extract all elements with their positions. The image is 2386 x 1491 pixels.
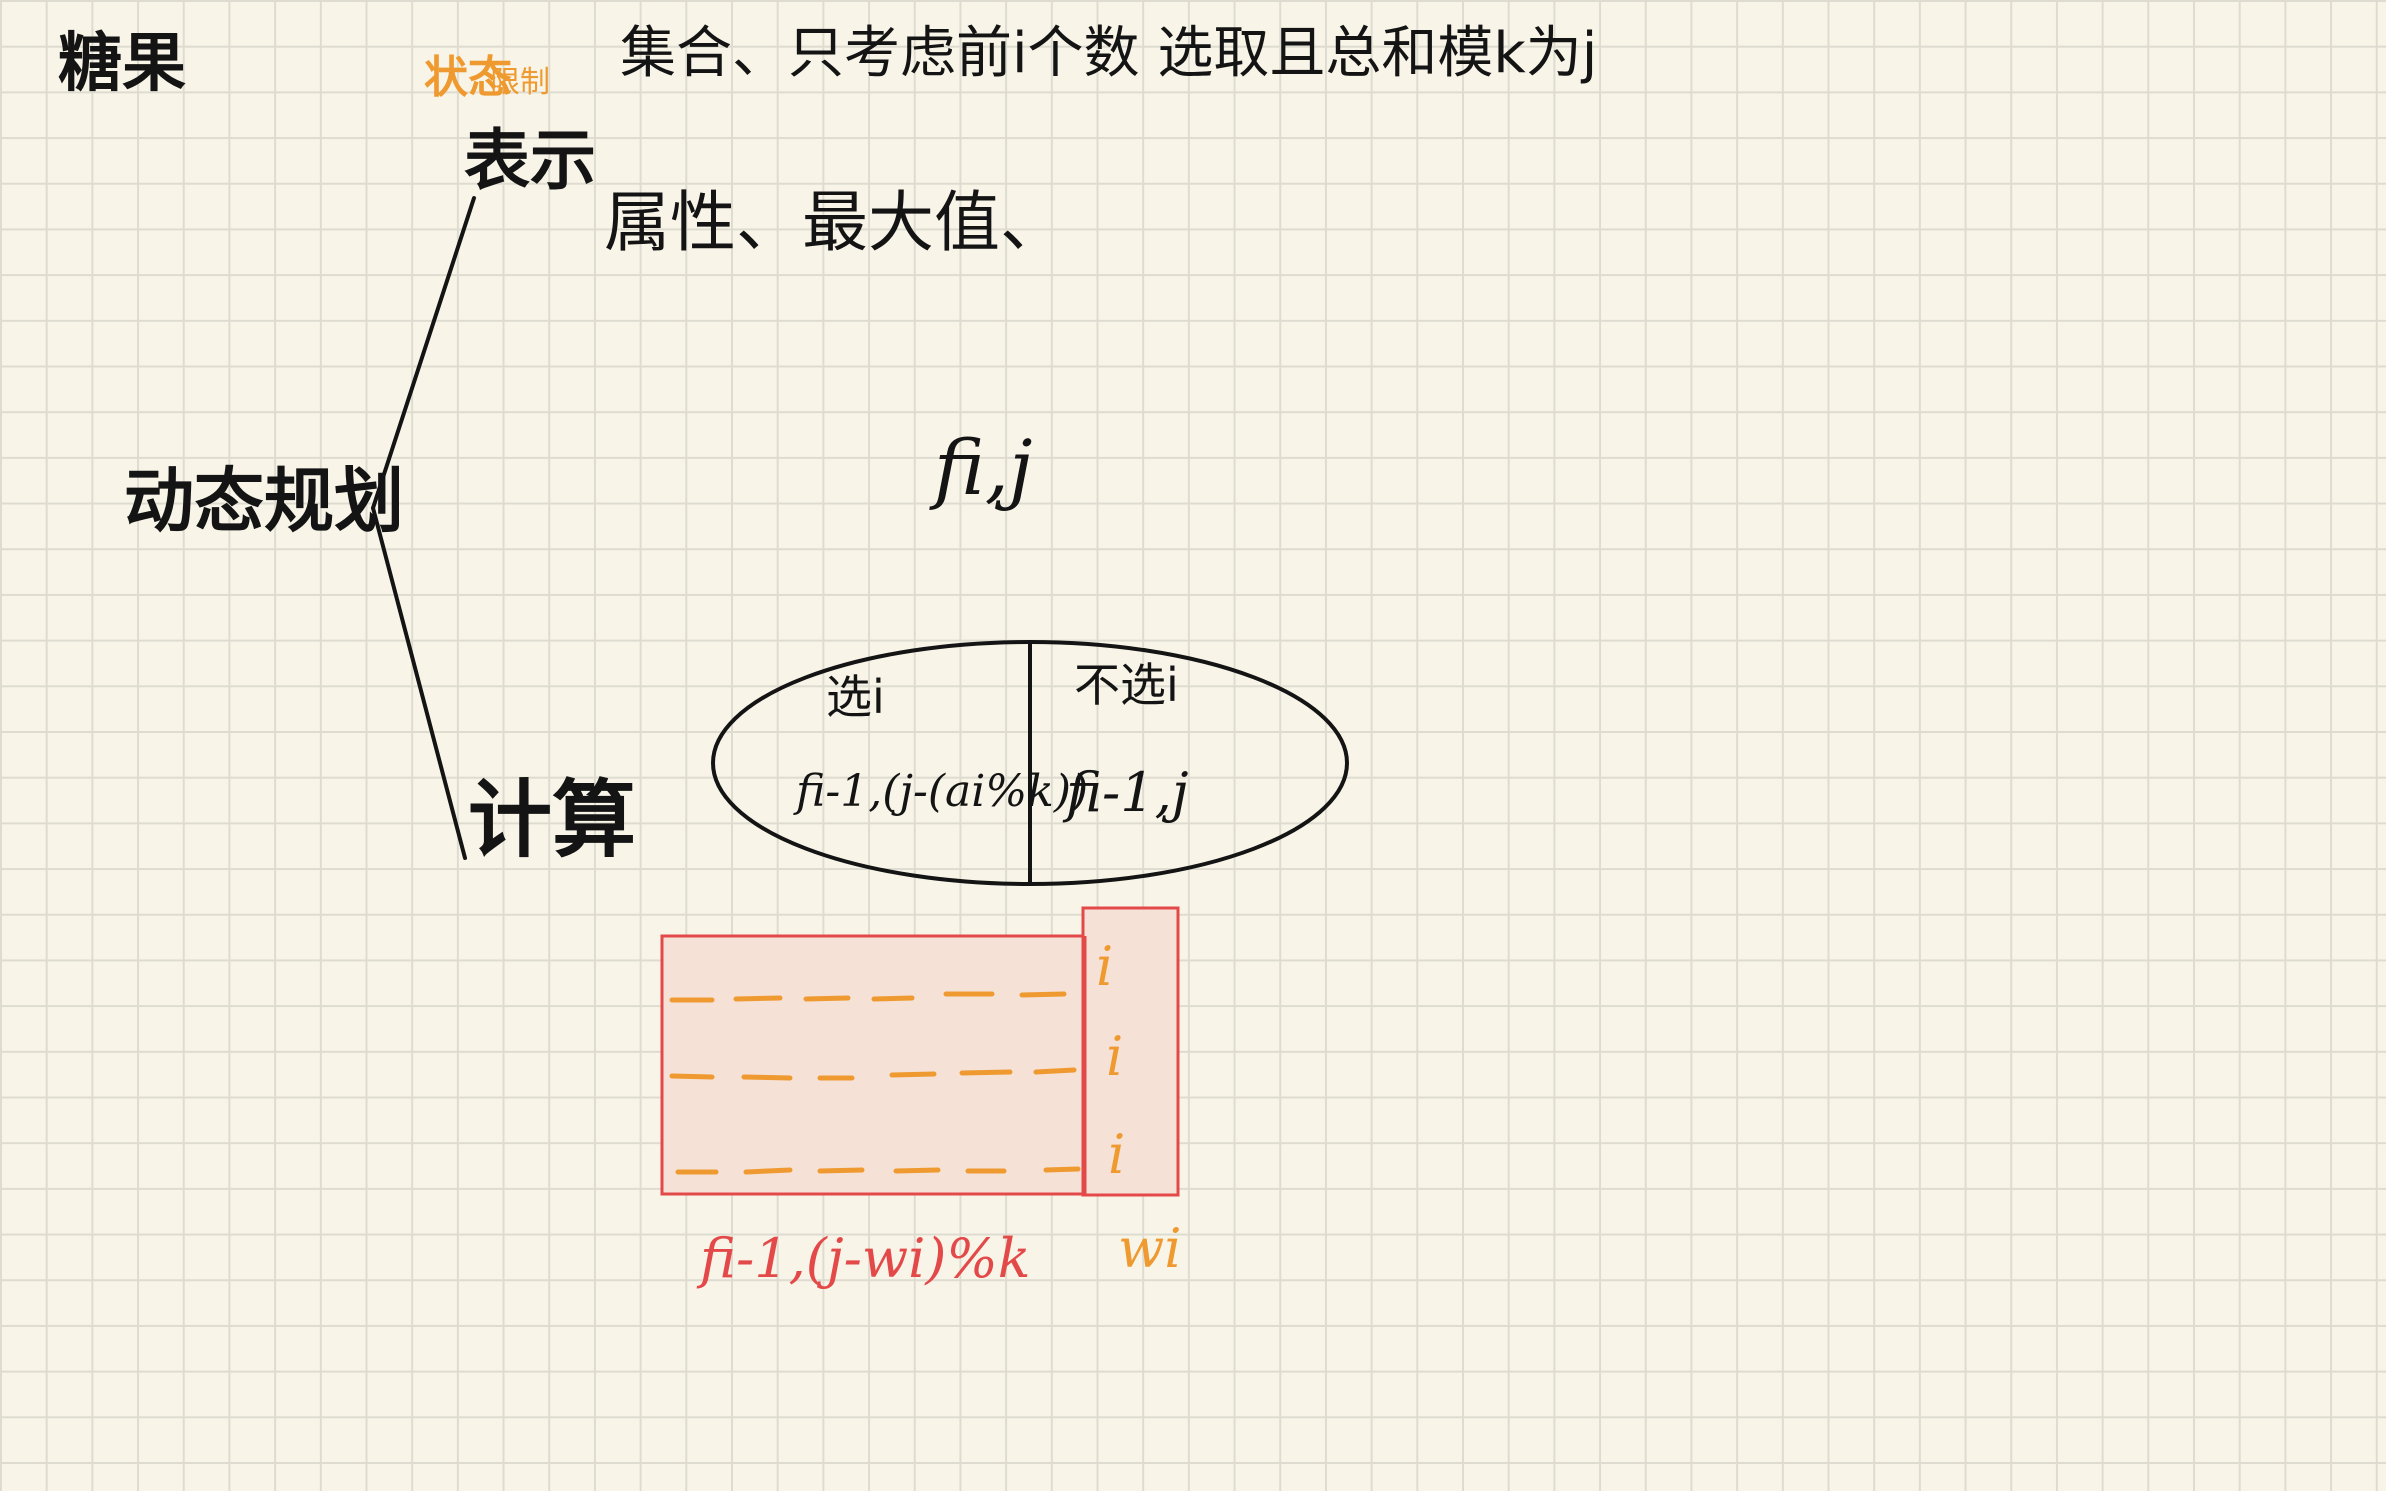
item-marker-row-3: i [1108, 1123, 1126, 1186]
left-box-caption: fi-1,(j-wi)%k [700, 1227, 1031, 1290]
page-title: 糖果 [58, 27, 186, 101]
dynamic-programming-root: 动态规划 [124, 460, 404, 542]
representation-label: 表示 [464, 122, 596, 199]
set-description: 集合、只考虑前i个数 选取且总和模k为j [620, 21, 1598, 86]
choose-i-formula: fi-1,(j-(ai%k)) [796, 766, 1089, 817]
skip-i-formula: fi-1,j [1066, 761, 1189, 824]
diagram-strokes [371, 196, 1349, 1197]
property-description: 属性、最大值、 [604, 184, 1066, 261]
skip-i-label: 不选i [1074, 658, 1179, 712]
item-marker-row-2: i [1106, 1025, 1124, 1088]
choose-i-label: 选i [826, 670, 885, 724]
right-box-caption: wi [1118, 1217, 1182, 1280]
state-symbol: fi,j [934, 423, 1033, 512]
branch-line-lower [371, 506, 467, 860]
limit-annotation: 限制 [490, 65, 550, 100]
calculation-label: 计算 [468, 771, 637, 869]
item-marker-row-1: i [1096, 935, 1114, 998]
pink-box-left [660, 934, 1086, 1196]
